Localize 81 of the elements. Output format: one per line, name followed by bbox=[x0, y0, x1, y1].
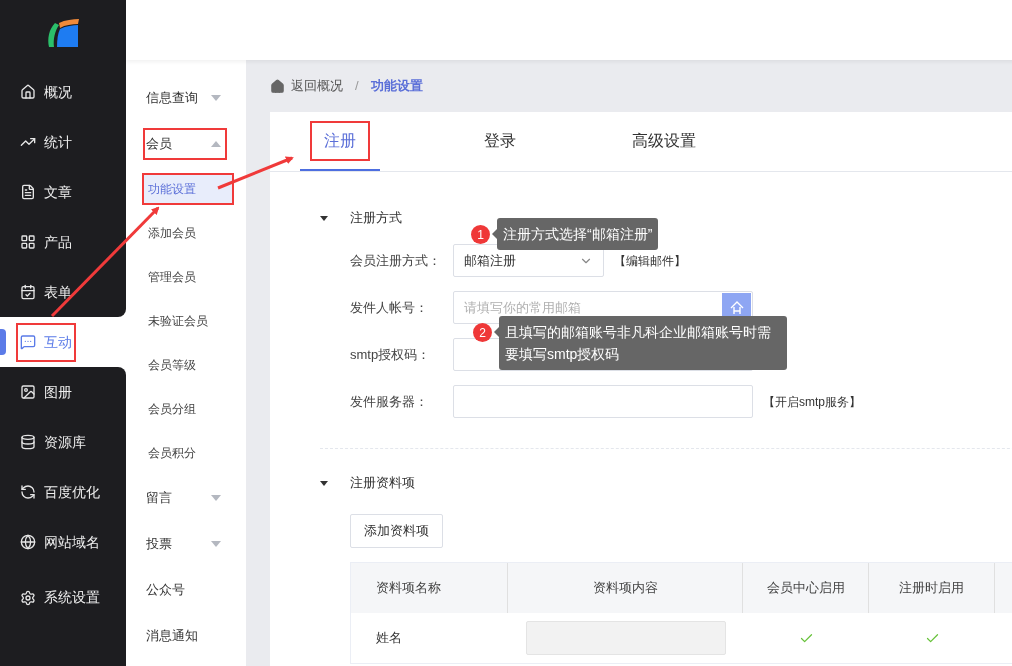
field-label: smtp授权码： bbox=[350, 345, 432, 364]
column-header: 会员中心启用 bbox=[766, 579, 845, 598]
pointer-icon bbox=[492, 229, 497, 239]
nav-item[interactable]: 产品 bbox=[0, 217, 126, 267]
subnav-item[interactable]: 功能设置 bbox=[144, 175, 232, 203]
nav-icon bbox=[20, 284, 36, 300]
nav-label: 系统设置 bbox=[44, 588, 100, 607]
caret-down-icon[interactable] bbox=[320, 480, 328, 486]
caret-down-icon[interactable] bbox=[320, 215, 328, 221]
subnav-label: 信息查询 bbox=[146, 89, 198, 108]
nav-label: 表单 bbox=[44, 282, 72, 302]
breadcrumb-current: 功能设置 bbox=[370, 77, 423, 96]
breadcrumb-separator: / bbox=[355, 77, 359, 96]
nav-label: 产品 bbox=[44, 232, 72, 252]
nav-label: 概况 bbox=[44, 82, 72, 102]
subnav-label: 留言 bbox=[146, 489, 172, 508]
column-header: 资料项内容 bbox=[592, 579, 658, 598]
field-label: 会员注册方式： bbox=[350, 251, 442, 270]
nav-label: 统计 bbox=[44, 132, 72, 152]
nav-label: 网站域名 bbox=[44, 532, 100, 552]
nav-icon bbox=[20, 484, 36, 500]
nav-icon bbox=[20, 384, 36, 400]
field-link[interactable]: 【编辑邮件】 bbox=[614, 251, 686, 270]
subnav-label: 消息通知 bbox=[146, 627, 198, 646]
nav-label: 互动 bbox=[44, 332, 72, 352]
field-link[interactable]: 【开启smtp服务】 bbox=[763, 392, 861, 411]
subnav-item[interactable]: 未验证会员 bbox=[144, 307, 232, 335]
section-title: 注册资料项 bbox=[350, 474, 415, 493]
nav-icon bbox=[20, 434, 36, 450]
subnav-label: 会员 bbox=[146, 135, 172, 154]
nav-label: 资源库 bbox=[44, 432, 86, 452]
table-cell-text: 姓名 bbox=[375, 629, 403, 648]
subnav-item[interactable]: 会员等级 bbox=[144, 351, 232, 379]
building-icon bbox=[729, 300, 744, 315]
add-item-button[interactable]: 添加资料项 bbox=[350, 514, 443, 548]
callout-tooltip: 且填写的邮箱账号非凡科企业邮箱账号时需要填写smtp授权码 bbox=[499, 316, 787, 370]
subnav-group[interactable]: 消息通知 bbox=[139, 613, 233, 659]
subnav-group[interactable]: 会员 bbox=[139, 121, 233, 167]
nav-icon bbox=[20, 234, 36, 250]
nav-item[interactable]: 文章 bbox=[0, 167, 126, 217]
column-header: 资料项名称 bbox=[376, 579, 441, 598]
subnav-item[interactable]: 会员积分 bbox=[144, 439, 232, 467]
callout-tooltip: 注册方式选择“邮箱注册” bbox=[497, 218, 659, 250]
nav-label: 文章 bbox=[44, 182, 72, 202]
pointer-icon bbox=[494, 327, 499, 337]
input-field[interactable] bbox=[453, 385, 753, 418]
subnav-group[interactable]: 信息查询 bbox=[139, 75, 233, 121]
subnav-label: 投票 bbox=[146, 535, 172, 554]
nav-item[interactable]: 表单 bbox=[0, 267, 126, 317]
nav-item[interactable]: 系统设置 bbox=[0, 567, 126, 666]
logo-icon[interactable] bbox=[45, 18, 81, 49]
subnav-label: 公众号 bbox=[146, 581, 185, 600]
home-icon bbox=[270, 78, 285, 94]
nav-item[interactable]: 图册 bbox=[0, 367, 126, 417]
nav-item[interactable]: 统计 bbox=[0, 117, 126, 167]
nav-icon bbox=[20, 84, 36, 100]
subnav-item[interactable]: 会员分组 bbox=[144, 395, 232, 423]
active-indicator bbox=[0, 329, 6, 355]
subnav-item[interactable]: 添加会员 bbox=[144, 219, 232, 247]
subnav-group[interactable]: 公众号 bbox=[139, 567, 233, 613]
nav-label: 图册 bbox=[44, 382, 72, 402]
nav-item[interactable]: 资源库 bbox=[0, 417, 126, 467]
nav-label: 百度优化 bbox=[44, 482, 100, 502]
tab[interactable]: 登录 bbox=[460, 112, 540, 171]
column-header: 注册时启用 bbox=[899, 579, 964, 598]
tab[interactable]: 高级设置 bbox=[620, 112, 708, 171]
field-label: 发件人帐号： bbox=[350, 298, 429, 317]
nav-item[interactable]: 概况 bbox=[0, 67, 126, 117]
tab[interactable]: 注册 bbox=[300, 112, 380, 171]
field-label: 发件服务器： bbox=[350, 392, 429, 411]
nav-icon bbox=[20, 184, 36, 200]
nav-item[interactable]: 网站域名 bbox=[0, 517, 126, 567]
nav-item[interactable]: 百度优化 bbox=[0, 467, 126, 517]
subnav-group[interactable]: 投票 bbox=[139, 521, 233, 567]
nav-icon bbox=[20, 334, 36, 350]
section-title: 注册方式 bbox=[350, 209, 402, 228]
breadcrumb-link[interactable]: 返回概况 bbox=[291, 76, 343, 96]
subnav-group[interactable]: 留言 bbox=[139, 475, 233, 521]
nav-icon bbox=[20, 589, 36, 606]
subnav-item[interactable]: 管理会员 bbox=[144, 263, 232, 291]
nav-icon bbox=[20, 534, 36, 550]
